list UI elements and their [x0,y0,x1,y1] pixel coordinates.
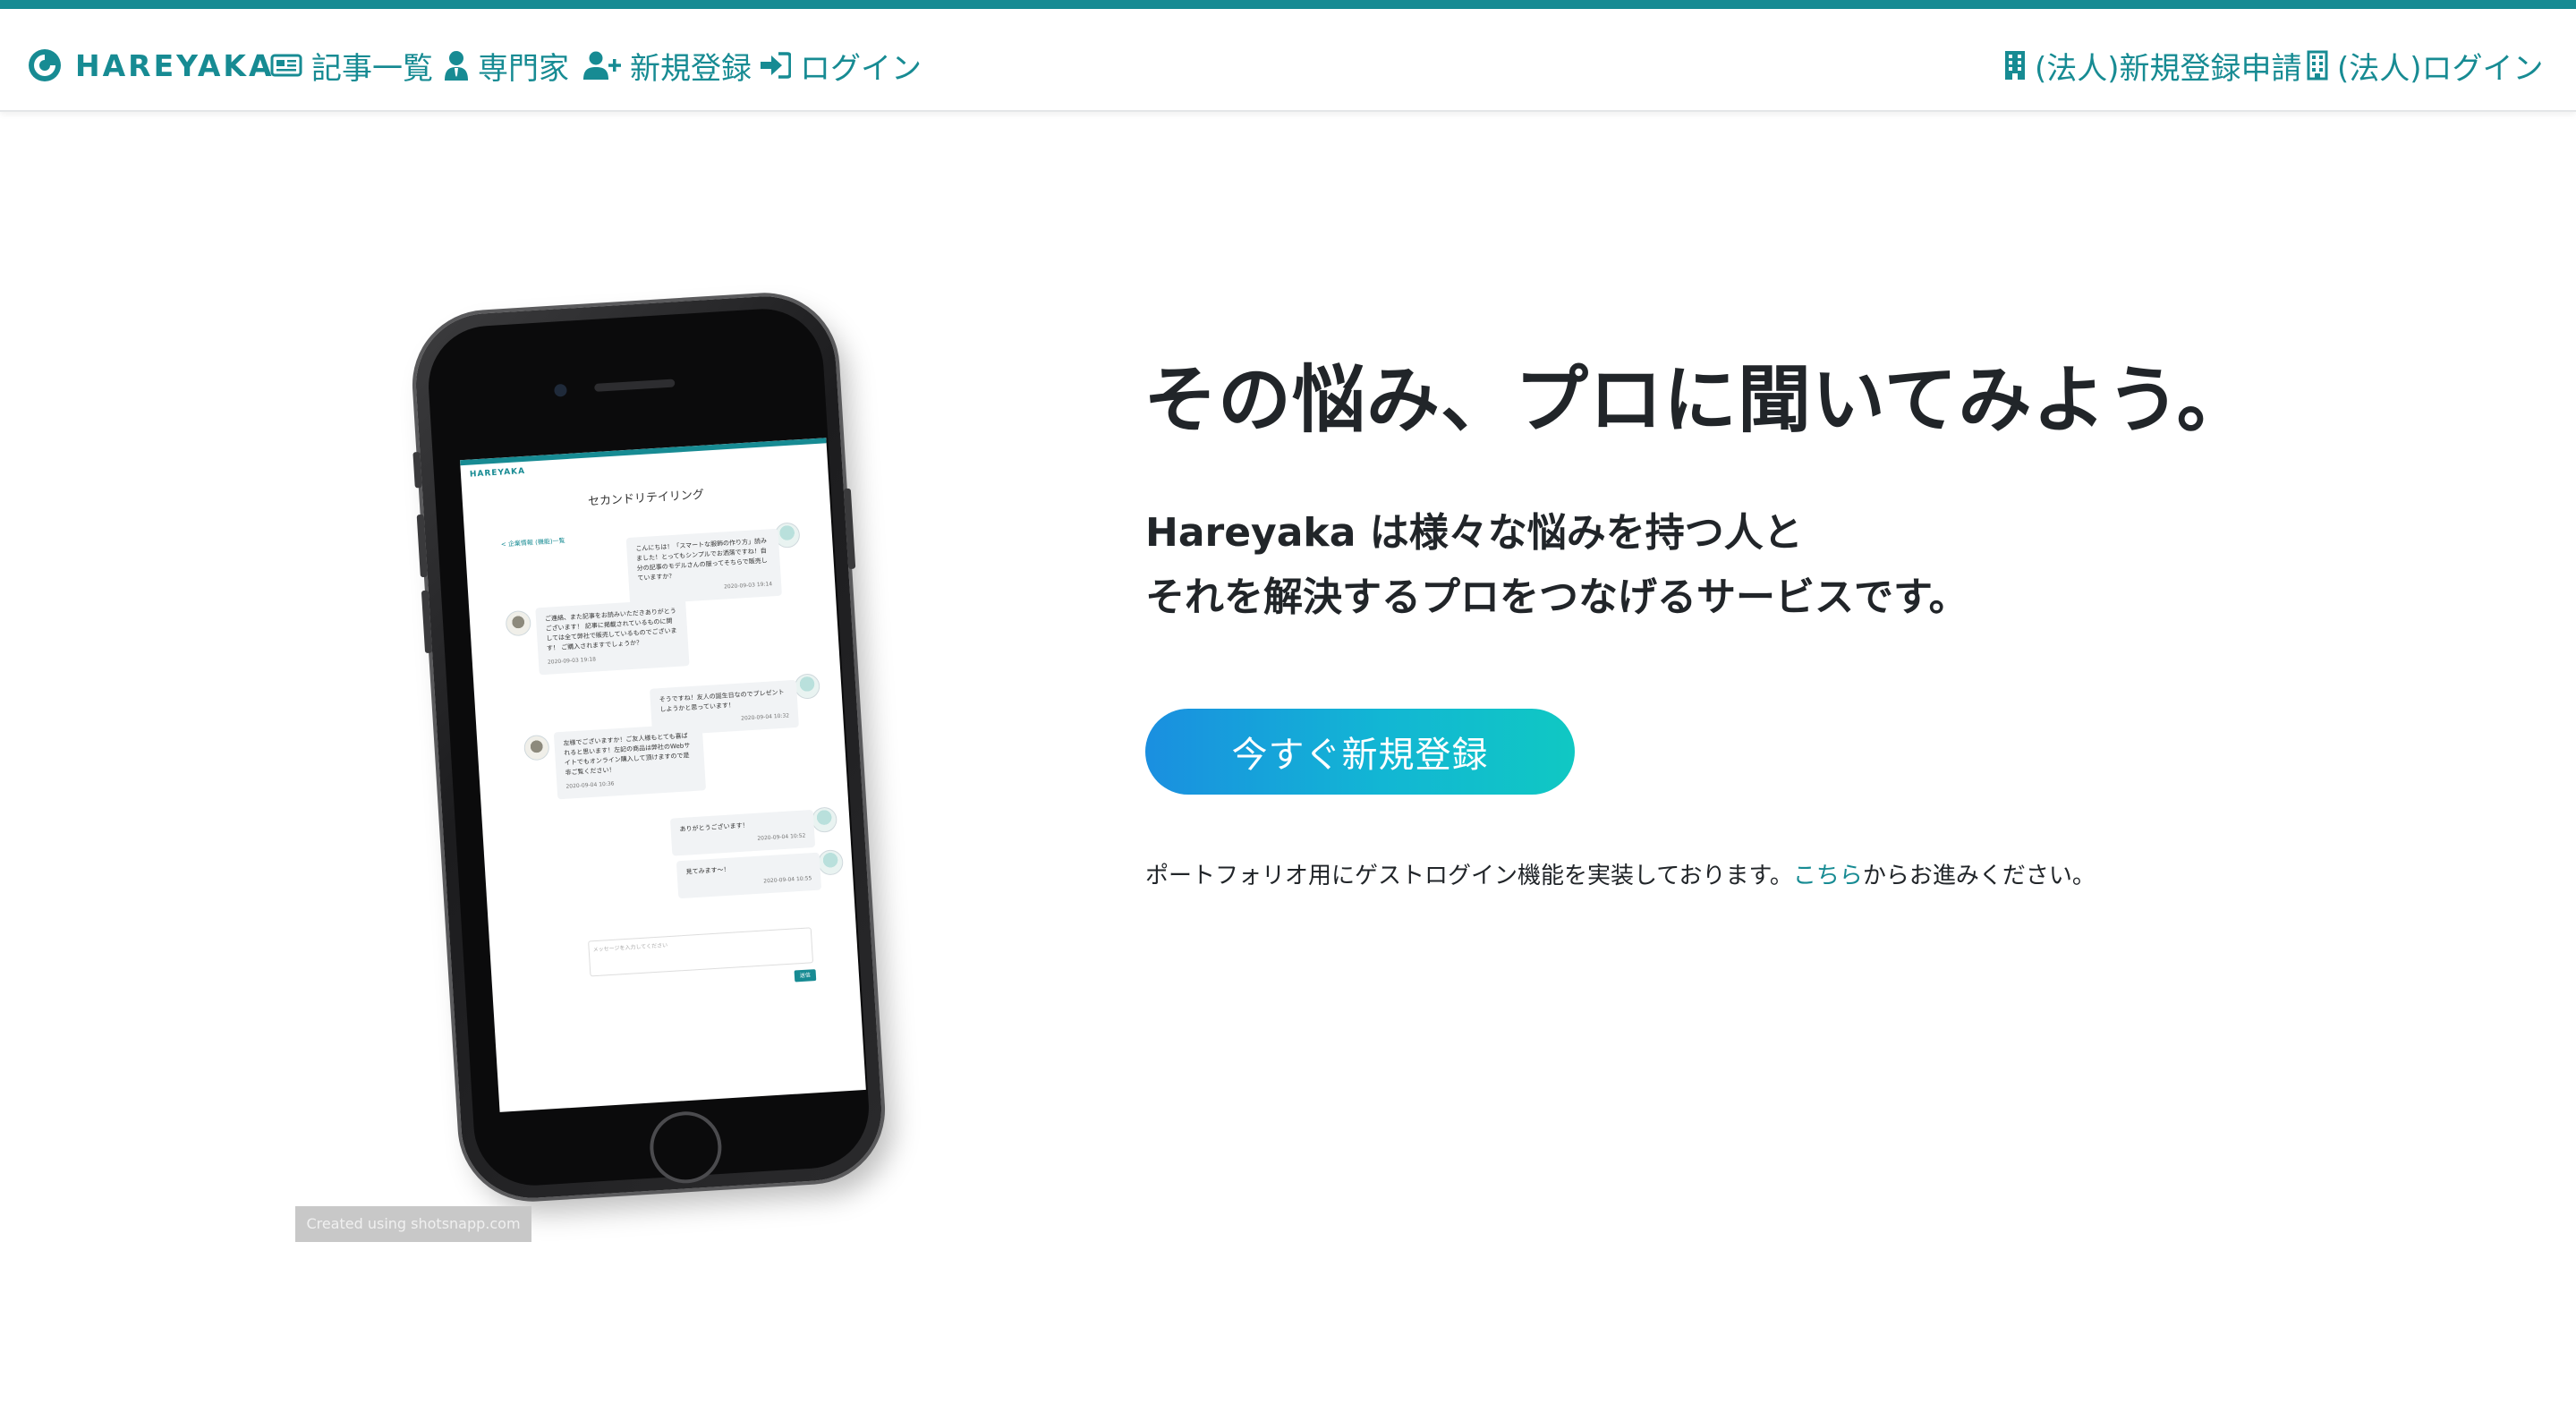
hero-lead-line-2: それを解決するプロをつなげるサービスです。 [1145,574,1968,620]
logo-icon [29,49,61,81]
guest-login-link[interactable]: こちら [1793,863,1863,889]
nav-login-label: ログイン [800,50,922,87]
chat-message: ありがとうございます！ 2020-09-04 10:52 [669,809,816,856]
phone-home-button [648,1109,724,1186]
nav-login[interactable]: ログイン [761,43,922,88]
phone-mute-switch [412,451,422,489]
signup-cta-button[interactable]: 今すぐ新規登録 [1145,709,1575,795]
screen-send-button: 送信 [794,969,817,982]
avatar [794,673,821,700]
nav-corp-login[interactable]: (法人)ログイン [2307,43,2544,88]
screen-message-input: メッセージを入力してください [588,927,814,977]
note-text-before: ポートフォリオ用にゲストログイン機能を実装しております。 [1145,863,1793,889]
nav-experts[interactable]: 専門家 [444,43,569,88]
user-tie-icon [445,51,468,81]
chat-message-text: 左様でございますか！ご友人様もとても喜ばれると思います！左記の商品は弊社のWeb… [563,732,691,777]
screen-top-bar [460,438,827,466]
navbar: HAREYAKA 記事一覧 専門家 新規登録 ログイン (法人)新規登録申請 (… [0,9,2576,112]
top-accent-bar [0,0,2576,9]
chat-message-text: ありがとうございます！ [679,821,749,834]
brand-name: HAREYAKA [75,47,275,83]
phone-volume-up [416,514,428,578]
guest-login-note: ポートフォリオ用にゲストログイン機能を実装しております。こちらからお進みください… [1145,857,2096,890]
newspaper-icon [270,54,302,77]
chat-message: 見てみます〜！ 2020-09-04 10:55 [676,852,822,899]
chat-message-time: 2020-09-04 10:36 [565,780,615,790]
screen-brand: HAREYAKA [469,466,526,480]
avatar [505,609,532,637]
chat-message-time: 2020-09-03 19:18 [547,656,597,666]
nav-experts-label: 専門家 [478,50,569,87]
avatar [523,734,550,761]
sign-in-icon [761,52,791,79]
phone-screen: HAREYAKA セカンドリテイリング < 企業情報 (機能)一覧 こんにちは！… [460,438,866,1112]
brand-link[interactable]: HAREYAKA [27,43,275,88]
avatar [811,806,838,833]
hero-headline: その悩み、プロに聞いてみよう。 [1143,358,2251,443]
nav-articles[interactable]: 記事一覧 [270,43,433,88]
chat-message-text: そうですね！友人の誕生日なのでプレゼントしようかと思っています！ [659,688,785,714]
chat-message-text: ご連絡、また記事をお読みいただきありがとうございます！ 記事に掲載されているもの… [544,607,677,652]
chat-message-text: こんにちは！「スマートな服飾の作り方」読みました！とってもシンプルでお洒落ですね… [635,537,768,583]
nav-corp-signup-label: (法人)新規登録申請 [2035,50,2302,87]
chat-message-time: 2020-09-04 10:55 [763,875,812,885]
user-plus-icon [583,51,621,80]
building-icon [2005,51,2025,80]
nav-corp-signup[interactable]: (法人)新規登録申請 [2004,43,2302,88]
nav-signup[interactable]: 新規登録 [583,43,752,88]
nav-articles-label: 記事一覧 [311,50,433,87]
phone-power-button [843,488,856,569]
chat-message: こんにちは！「スマートな服飾の作り方」読みました！とってもシンプルでお洒落ですね… [625,528,782,605]
phone-mockup: HAREYAKA セカンドリテイリング < 企業情報 (機能)一覧 こんにちは！… [412,292,939,1208]
phone-volume-down [421,590,433,654]
chat-message-text: 見てみます〜！ [685,865,730,876]
avatar [817,849,845,876]
building-outline-icon [2307,50,2328,81]
watermark: Created using shotsnapp.com [295,1206,531,1242]
chat-message: 左様でございますか！ご友人様もとても喜ばれると思います！左記の商品は弊社のWeb… [553,723,707,800]
screen-back-link: < 企業情報 (機能)一覧 [500,537,565,549]
nav-signup-label: 新規登録 [630,50,752,87]
note-text-after: からお進みください。 [1862,863,2096,889]
chat-message: ご連絡、また記事をお読みいただきありがとうございます！ 記事に掲載されているもの… [535,599,690,676]
chat-message-time: 2020-09-04 10:52 [757,832,806,842]
phone-camera [554,383,567,397]
nav-corp-login-label: (法人)ログイン [2337,50,2544,87]
hero-lead-line-1: Hareyaka は様々な悩みを持つ人と [1145,510,1803,556]
chat-message-time: 2020-09-03 19:14 [723,581,773,591]
phone-body: HAREYAKA セカンドリテイリング < 企業情報 (機能)一覧 こんにちは！… [412,292,886,1203]
phone-bezel: HAREYAKA セカンドリテイリング < 企業情報 (機能)一覧 こんにちは！… [425,305,872,1189]
screen-chat-title: セカンドリテイリング [587,488,705,509]
hero-lead: Hareyaka は様々な悩みを持つ人と それを解決するプロをつなげるサービスで… [1145,501,1968,630]
phone-speaker [594,379,676,392]
